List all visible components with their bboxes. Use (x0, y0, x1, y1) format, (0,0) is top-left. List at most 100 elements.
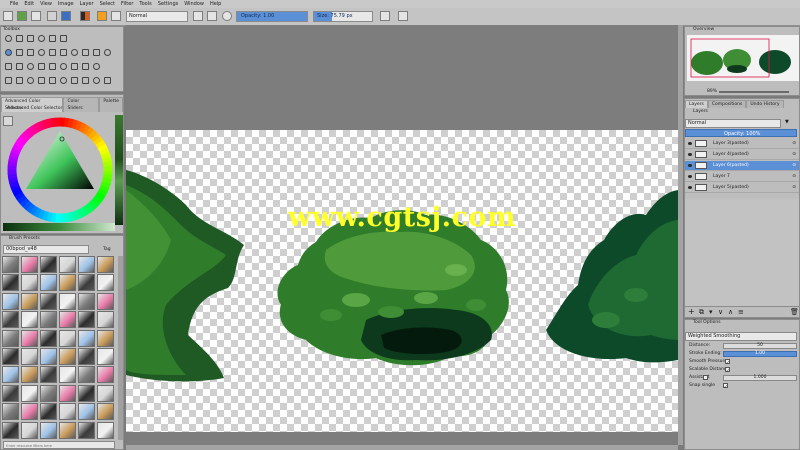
rectangle-tool-icon[interactable] (27, 49, 34, 56)
brush-preset-item[interactable] (40, 421, 57, 439)
brush-tip-icon[interactable] (111, 11, 121, 21)
freehand-brush-tool-icon[interactable] (5, 49, 12, 56)
gradient-tool-icon[interactable] (49, 35, 56, 42)
brush-preset-item[interactable] (97, 274, 114, 292)
magnetic-select-tool-icon[interactable] (82, 77, 89, 84)
brush-scrollbar[interactable] (118, 256, 123, 440)
brush-preset-item[interactable] (21, 421, 38, 439)
bezier-tool-icon[interactable] (71, 49, 78, 56)
recent-colors-strip[interactable] (115, 115, 123, 225)
new-document-icon[interactable] (3, 11, 13, 21)
size-slider[interactable]: Size: 75.79 px (313, 11, 373, 22)
calligraphy-tool-icon[interactable] (38, 35, 45, 42)
smoothing-mode-select[interactable]: Weighted Smoothing (685, 332, 797, 341)
brush-preset-item[interactable] (59, 384, 76, 402)
visibility-eye-icon[interactable] (688, 153, 692, 156)
brush-preset-item[interactable] (97, 384, 114, 402)
brush-preset-item[interactable] (2, 403, 19, 421)
brush-preset-item[interactable] (97, 366, 114, 384)
brush-preset-item[interactable] (78, 384, 95, 402)
layer-opacity-slider[interactable]: Opacity: 100% (685, 129, 797, 137)
blend-mode-select[interactable]: Normal (126, 11, 188, 22)
brush-preset-item[interactable] (2, 292, 19, 310)
pattern-icon[interactable] (61, 11, 71, 21)
move-tool-icon[interactable] (16, 63, 23, 70)
brush-preset-item[interactable] (21, 384, 38, 402)
brush-preset-item[interactable] (2, 366, 19, 384)
layer-lock-icon[interactable]: ⊙ (792, 139, 796, 149)
layer-blend-select[interactable]: Normal (685, 119, 781, 128)
open-document-icon[interactable] (17, 11, 27, 21)
menu-view[interactable]: View (37, 1, 55, 7)
visibility-eye-icon[interactable] (688, 164, 692, 167)
menu-file[interactable]: File (0, 1, 21, 7)
brush-preset-item[interactable] (2, 348, 19, 365)
layer-row[interactable]: Layer 6(pasted) ⊙ (685, 161, 799, 171)
freehand-select-tool-icon[interactable] (38, 77, 45, 84)
brush-preset-item[interactable] (40, 403, 57, 421)
menu-tools[interactable]: Tools (136, 1, 154, 7)
crop-tool-icon[interactable] (27, 63, 34, 70)
brush-preset-item[interactable] (59, 292, 76, 310)
assistant-tool-icon[interactable] (71, 63, 78, 70)
layer-lock-icon[interactable]: ⊙ (792, 161, 796, 171)
move-down-icon[interactable]: ∨ (718, 307, 723, 317)
bezier-select-tool-icon[interactable] (71, 77, 78, 84)
brush-preset-item[interactable] (40, 366, 57, 384)
brush-preset-item[interactable] (59, 329, 76, 347)
overview-thumbnail[interactable] (687, 35, 799, 81)
transform-tool-icon[interactable] (5, 63, 12, 70)
brush-preset-item[interactable] (21, 403, 38, 421)
visibility-eye-icon[interactable] (688, 175, 692, 178)
line-tool-icon[interactable] (16, 49, 23, 56)
brush-preset-item[interactable] (40, 384, 57, 402)
brush-preset-item[interactable] (21, 311, 38, 329)
tag-label[interactable]: Tag (103, 247, 111, 252)
contiguous-select-tool-icon[interactable] (49, 77, 56, 84)
menu-help[interactable]: Help (207, 1, 224, 7)
tab-palette[interactable]: Palette (99, 97, 123, 112)
menu-select[interactable]: Select (97, 1, 118, 7)
stroke-ending-slider[interactable]: 1.00 (723, 351, 797, 357)
brush-preset-item[interactable] (21, 329, 38, 347)
color-picker-tool-icon[interactable] (49, 63, 56, 70)
polygon-select-tool-icon[interactable] (27, 77, 34, 84)
layer-properties-icon[interactable]: ≡ (738, 307, 744, 317)
brush-preset-item[interactable] (78, 274, 95, 292)
horizontal-scrollbar[interactable] (126, 445, 678, 450)
brush-preset-item[interactable] (40, 292, 57, 310)
menu-filter[interactable]: Filter (118, 1, 136, 7)
brush-preset-item[interactable] (2, 274, 19, 292)
brush-preset-item[interactable] (21, 348, 38, 365)
scalable-distance-checkbox[interactable]: ✓ (725, 367, 730, 374)
ellipse-tool-icon[interactable] (38, 49, 45, 56)
rect-select-tool-icon[interactable] (5, 77, 12, 84)
brush-preset-item[interactable] (59, 256, 76, 273)
brush-preset-item[interactable] (59, 311, 76, 329)
brush-preset-item[interactable] (97, 292, 114, 310)
layer-lock-icon[interactable]: ⊙ (792, 150, 796, 160)
layer-row[interactable]: Layer 7 ⊙ (685, 172, 799, 182)
color-wheel[interactable] (5, 115, 115, 225)
brush-preset-item[interactable] (21, 256, 38, 273)
brush-preset-item[interactable] (40, 311, 57, 329)
assistant-checkbox[interactable] (703, 375, 708, 380)
measure-tool-icon[interactable] (82, 63, 89, 70)
brush-preset-item[interactable] (59, 421, 76, 439)
brush-preset-item[interactable] (59, 274, 76, 292)
filter-icon[interactable]: ▼ (785, 119, 789, 125)
gradient-fill-tool-icon[interactable] (38, 63, 45, 70)
brush-preset-item[interactable] (21, 274, 38, 292)
brush-preset-icon[interactable] (97, 11, 107, 21)
brush-preset-item[interactable] (78, 311, 95, 329)
mirror-horizontal-icon[interactable] (380, 11, 390, 21)
brush-preset-item[interactable] (78, 403, 95, 421)
layer-row[interactable]: Layer 3(pasted) ⊙ (685, 139, 799, 149)
menu-window[interactable]: Window (181, 1, 207, 7)
duplicate-layer-icon[interactable]: ⧉ (699, 307, 704, 317)
opacity-slider[interactable]: Opacity: 1.00 (236, 11, 308, 22)
brush-preset-item[interactable] (21, 366, 38, 384)
menu-edit[interactable]: Edit (21, 1, 37, 7)
mirror-vertical-icon[interactable] (398, 11, 408, 21)
brush-preset-item[interactable] (59, 348, 76, 365)
